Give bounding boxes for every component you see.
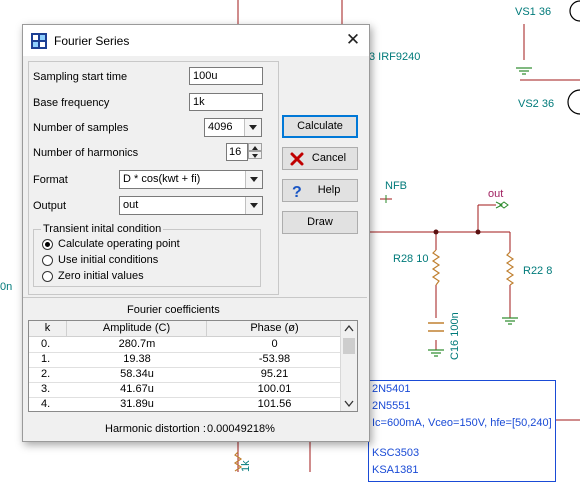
table-header: k Amplitude (C) Phase (ø)	[29, 321, 342, 337]
num-harmonics-label: Number of harmonics	[33, 147, 139, 159]
cell-amplitude: 58.34u	[120, 368, 154, 380]
num-samples-select[interactable]: 4096	[204, 118, 262, 137]
chevron-up-icon[interactable]	[341, 321, 357, 336]
info-line: 2N5551	[372, 400, 411, 412]
chevron-down-icon[interactable]	[244, 119, 261, 136]
num-samples-value: 4096	[208, 121, 233, 133]
table-row[interactable]: 0. 280.7m 0	[29, 337, 342, 353]
base-frequency-input[interactable]: 1k	[189, 93, 263, 111]
r28-label: R28 10	[393, 253, 429, 265]
cell-amplitude: 19.38	[123, 353, 151, 365]
table-row[interactable]: 4. 31.89u 101.56	[29, 397, 342, 411]
bottom-fragment-label: 1k	[240, 460, 252, 472]
table-row[interactable]: 3. 41.67u 100.01	[29, 382, 342, 398]
cell-phase: -53.98	[258, 353, 291, 365]
out-label: out	[488, 188, 504, 200]
scrollbar-thumb[interactable]	[343, 338, 355, 354]
component-info-box: 2N5401 2N5551 Ic=600mA, Vceo=150V, hfe=[…	[368, 380, 556, 482]
output-label: Output	[33, 200, 67, 212]
dialog-titlebar[interactable]: Fourier Series ✕	[23, 25, 369, 56]
radio-initial-conditions-label[interactable]: Use initial conditions	[58, 254, 158, 266]
spin-up-button[interactable]	[248, 143, 262, 151]
table-row[interactable]: 1. 19.38 -53.98	[29, 352, 342, 368]
calculate-button-label: Calculate	[297, 120, 343, 132]
chevron-down-icon[interactable]	[341, 396, 357, 411]
fourier-series-dialog: Fourier Series ✕ Sampling start time 100…	[22, 24, 370, 442]
cell-k: 3.	[41, 383, 51, 395]
num-samples-label: Number of samples	[33, 122, 129, 134]
cancel-button[interactable]: Cancel	[282, 147, 358, 170]
radio-calculate-op[interactable]	[42, 239, 53, 250]
format-label: Format	[33, 174, 68, 186]
cell-k: 4.	[41, 398, 51, 410]
table-row[interactable]: 2. 58.34u 95.21	[29, 367, 342, 383]
transient-legend: Transient inital condition	[41, 223, 164, 235]
info-line: KSA1381	[372, 464, 419, 476]
cell-phase: 0	[271, 338, 278, 350]
left-fragment-label: 0n	[0, 281, 13, 293]
header-k: k	[29, 321, 67, 336]
cell-k: 2.	[41, 368, 51, 380]
chevron-down-icon[interactable]	[245, 171, 262, 188]
cell-k: 0.	[41, 338, 51, 350]
draw-button-label: Draw	[307, 216, 333, 228]
output-select[interactable]: out	[119, 196, 263, 215]
help-button[interactable]: ? Help	[282, 179, 358, 202]
draw-button[interactable]: Draw	[282, 211, 358, 234]
cell-amplitude: 41.67u	[120, 383, 154, 395]
info-line: 2N5401	[372, 383, 411, 395]
cell-amplitude: 31.89u	[120, 398, 154, 410]
radio-zero-initial[interactable]	[42, 271, 53, 282]
vs1-label: VS1 36	[515, 6, 552, 18]
irf9240-label: 3 IRF9240	[369, 51, 421, 63]
num-harmonics-input[interactable]: 16	[226, 143, 248, 161]
app-icon	[31, 33, 47, 49]
svg-text:?: ?	[292, 184, 302, 199]
cell-phase: 100.01	[257, 383, 292, 395]
table-scrollbar[interactable]	[340, 321, 357, 411]
sampling-start-label: Sampling start time	[33, 71, 128, 83]
vs2-label: VS2 36	[518, 98, 555, 110]
spin-down-button[interactable]	[248, 151, 262, 159]
distortion-label: Harmonic distortion :	[105, 423, 206, 435]
header-amplitude: Amplitude (C)	[67, 321, 207, 336]
help-button-label: Help	[317, 184, 341, 196]
cell-phase: 101.56	[257, 398, 292, 410]
coefficients-table: k Amplitude (C) Phase (ø) 0. 280.7m 0 1.…	[28, 320, 358, 412]
distortion-value: 0.00049218%	[207, 423, 275, 435]
close-icon[interactable]: ✕	[337, 25, 369, 56]
info-line: Ic=600mA, Vceo=150V, hfe=[50,240]	[372, 417, 552, 429]
question-mark-icon: ?	[292, 184, 302, 199]
cell-k: 1.	[41, 353, 51, 365]
coefficients-title: Fourier coefficients	[127, 304, 220, 316]
output-value: out	[123, 199, 139, 211]
dialog-title: Fourier Series	[54, 34, 130, 48]
nfb-label: NFB	[385, 180, 407, 192]
radio-calculate-op-label[interactable]: Calculate operating point	[58, 238, 180, 250]
header-phase: Phase (ø)	[250, 322, 299, 334]
info-line: KSC3503	[372, 447, 420, 459]
calculate-button[interactable]: Calculate	[282, 115, 358, 138]
base-frequency-label: Base frequency	[33, 97, 110, 109]
cancel-button-label: Cancel	[311, 152, 347, 164]
chevron-down-icon[interactable]	[245, 197, 262, 214]
r22-label: R22 8	[523, 265, 553, 277]
sampling-start-input[interactable]: 100u	[189, 67, 263, 85]
radio-initial-conditions[interactable]	[42, 255, 53, 266]
format-select[interactable]: D * cos(kwt + fi)	[119, 170, 263, 189]
format-value: D * cos(kwt + fi)	[123, 173, 201, 185]
c16-label: C16 100n	[449, 312, 461, 360]
radio-zero-initial-label[interactable]: Zero initial values	[58, 270, 144, 282]
close-icon	[290, 152, 304, 166]
cell-amplitude: 280.7m	[118, 338, 156, 350]
cell-phase: 95.21	[260, 368, 289, 380]
